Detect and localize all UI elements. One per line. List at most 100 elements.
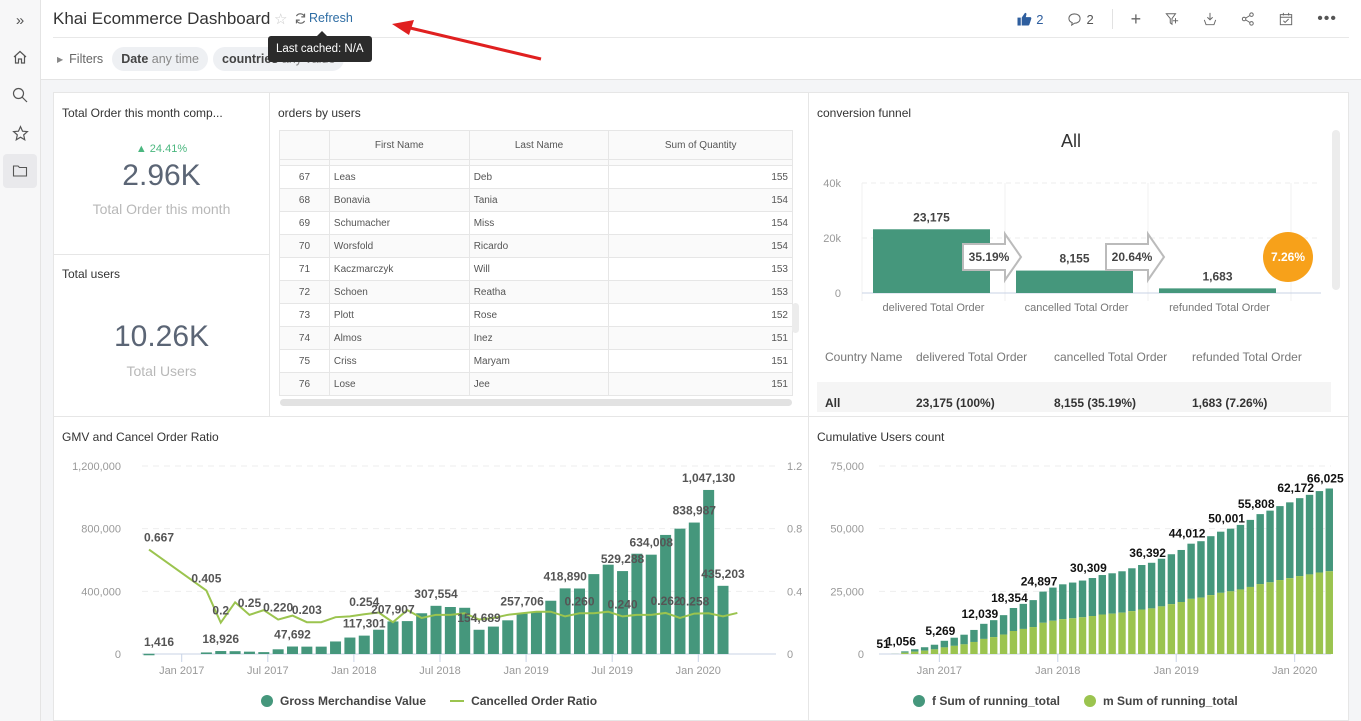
tile-total-users: Total users 10.26K Total Users xyxy=(53,254,270,417)
legend-item-m[interactable]: m Sum of running_total xyxy=(1084,694,1238,708)
m-bar-segment xyxy=(920,650,929,654)
row-index: 73 xyxy=(279,303,330,327)
legend-dot-icon xyxy=(261,695,273,707)
m-bar-segment xyxy=(1256,584,1264,654)
more-options-button[interactable]: ••• xyxy=(1305,8,1349,30)
schedule-button[interactable] xyxy=(1267,8,1305,30)
m-bar-segment xyxy=(1138,609,1146,654)
funnel-table-header: Country Name delivered Total Order cance… xyxy=(817,338,1331,382)
gmv-data-label: 307,554 xyxy=(414,587,458,601)
table-vertical-scrollbar[interactable] xyxy=(792,303,799,333)
f-bar-segment xyxy=(1167,554,1176,605)
kpi-value: 2.96K xyxy=(122,159,201,192)
ratio-data-label: 0.203 xyxy=(292,603,322,617)
m-bar-segment xyxy=(1295,576,1304,654)
table-row[interactable]: 74 Almos Inez 151 xyxy=(279,326,793,350)
sidebar-item-home[interactable] xyxy=(3,40,37,74)
favorite-star-icon[interactable]: ☆ xyxy=(274,10,287,28)
funnel-col-header: cancelled Total Order xyxy=(1054,350,1168,364)
x-tick-label: Jul 2017 xyxy=(247,665,289,677)
table-horizontal-scrollbar[interactable] xyxy=(280,399,792,406)
column-header-last-name[interactable]: Last Name xyxy=(468,130,610,160)
legend-item-cancel-ratio[interactable]: Cancelled Order Ratio xyxy=(450,694,597,708)
table-row[interactable]: 67 Leas Deb 155 xyxy=(279,165,793,189)
share-button[interactable] xyxy=(1229,8,1267,30)
gmv-bar xyxy=(315,646,327,654)
row-index: 72 xyxy=(279,280,330,304)
sidebar-item-favorites[interactable] xyxy=(3,116,37,150)
y-left-tick-label: 0 xyxy=(115,649,121,661)
y-tick-label: 0 xyxy=(858,649,864,661)
cumulative-users-chart: 0 25,000 50,000 75,000 Jan 2017 Jan 2018 Jan 2… xyxy=(830,461,1344,677)
quantity-cell: 153 xyxy=(608,257,793,281)
row-index: 67 xyxy=(279,165,330,189)
like-button[interactable]: 2 xyxy=(1005,8,1055,30)
f-bar-segment xyxy=(1256,514,1264,585)
quantity-cell: 151 xyxy=(608,372,793,396)
actions-divider xyxy=(1111,9,1113,29)
m-bar-segment xyxy=(1167,604,1176,654)
first-name-cell: Kaczmarczyk xyxy=(328,257,470,281)
table-row[interactable]: 71 Kaczmarczyk Will 153 xyxy=(279,257,793,281)
y-left-tick-label: 400,000 xyxy=(81,586,121,598)
sidebar-item-folder[interactable] xyxy=(3,154,37,188)
y-tick-label: 20k xyxy=(823,233,841,245)
table-row[interactable]: 69 Schumacher Miss 154 xyxy=(279,211,793,235)
m-bar-segment xyxy=(1019,628,1028,654)
m-bar-segment xyxy=(940,647,949,654)
column-header-first-name[interactable]: First Name xyxy=(328,130,470,160)
m-bar-segment xyxy=(1108,613,1116,654)
table-row[interactable]: 68 Bonavia Tania 154 xyxy=(279,188,793,212)
m-bar-segment xyxy=(1078,617,1087,654)
add-filter-button[interactable] xyxy=(1153,8,1191,30)
add-button[interactable]: + xyxy=(1119,8,1154,30)
f-bar-segment xyxy=(940,640,949,648)
quantity-cell: 154 xyxy=(608,188,793,212)
filters-toggle[interactable]: ▶ Filters xyxy=(57,52,103,66)
table-row[interactable]: 75 Criss Maryam 151 xyxy=(279,349,793,373)
f-bar-segment xyxy=(1236,524,1245,590)
x-category-label: refunded Total Order xyxy=(1169,302,1270,314)
f-bar-segment xyxy=(1295,498,1304,577)
funnel-scrollbar[interactable] xyxy=(1332,130,1340,290)
refresh-button[interactable]: Refresh xyxy=(294,11,353,25)
sidebar-item-search[interactable] xyxy=(3,78,37,112)
table-row[interactable]: 76 Lose Jee 151 xyxy=(279,372,793,396)
row-index: 75 xyxy=(279,349,330,373)
column-header-index[interactable] xyxy=(279,130,330,160)
m-bar-segment xyxy=(930,649,939,654)
legend-item-f[interactable]: f Sum of running_total xyxy=(913,694,1060,708)
funnel-table-row: All 23,175 (100%) 8,155 (35.19%) 1,683 (… xyxy=(817,382,1331,412)
m-bar-segment xyxy=(1059,619,1067,654)
row-index: 74 xyxy=(279,326,330,350)
gmv-bar xyxy=(373,629,385,654)
total-data-label: 18,354 xyxy=(991,591,1028,605)
table-row[interactable]: 70 Worsfold Ricardo 154 xyxy=(279,234,793,258)
download-icon xyxy=(1204,12,1217,26)
download-button[interactable] xyxy=(1191,8,1229,30)
last-name-cell: Rose xyxy=(468,303,610,327)
filter-chip-date[interactable]: Date any time xyxy=(112,47,209,71)
row-index: 70 xyxy=(279,234,330,258)
gmv-bar xyxy=(200,652,212,654)
table-row[interactable]: 73 Plott Rose 152 xyxy=(279,303,793,327)
quantity-cell: 151 xyxy=(608,326,793,350)
gmv-bar xyxy=(243,651,255,654)
column-header-sum-quantity[interactable]: Sum of Quantity xyxy=(608,130,793,160)
tile-cumulative-users: Cumulative Users count 0 25,000 50,000 75,0… xyxy=(808,416,1349,721)
tile-title: Total Order this month comp... xyxy=(62,106,223,120)
gmv-bar xyxy=(387,621,399,654)
y-right-tick-label: 0.4 xyxy=(787,586,802,598)
f-bar-segment xyxy=(1177,549,1185,602)
comments-button[interactable]: 2 xyxy=(1055,8,1105,30)
row-index: 71 xyxy=(279,257,330,281)
expand-sidebar-button[interactable]: » xyxy=(3,3,37,37)
funnel-bar xyxy=(1159,288,1276,293)
gmv-bar xyxy=(487,626,499,654)
first-name-cell: Plott xyxy=(328,303,470,327)
funnel-chart: All 0 20k 40k 23,175 delivered Total Order 8,1… xyxy=(823,131,1321,314)
legend-item-gmv[interactable]: Gross Merchandise Value xyxy=(261,694,426,708)
x-tick-label: Jan 2019 xyxy=(1154,665,1199,677)
funnel-table: Country Name delivered Total Order cance… xyxy=(817,338,1331,412)
table-row[interactable]: 72 Schoen Reatha 153 xyxy=(279,280,793,304)
